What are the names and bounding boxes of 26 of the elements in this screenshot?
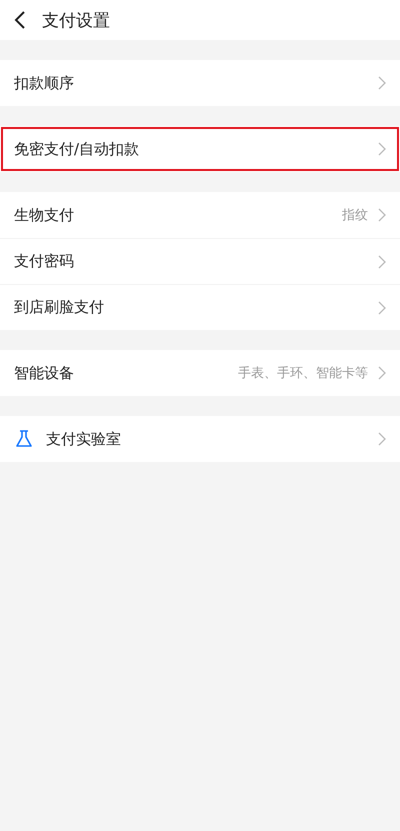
row-label: 智能设备: [14, 364, 75, 382]
flask-icon: [14, 429, 34, 449]
row-value: 手表、手环、智能卡等: [238, 365, 368, 382]
settings-row[interactable]: 生物支付 指纹: [0, 192, 400, 238]
chevron-icon: [378, 208, 386, 222]
chevron-icon: [378, 76, 386, 90]
row-label: 支付实验室: [46, 430, 122, 448]
back-icon[interactable]: [14, 10, 26, 30]
settings-row[interactable]: 支付密码: [0, 238, 400, 284]
settings-row[interactable]: 扣款顺序: [0, 60, 400, 106]
settings-row[interactable]: 智能设备 手表、手环、智能卡等: [0, 350, 400, 396]
settings-row[interactable]: 到店刷脸支付: [0, 284, 400, 330]
row-label: 到店刷脸支付: [14, 298, 105, 317]
row-label: 免密支付/自动扣款: [14, 140, 140, 158]
row-label: 扣款顺序: [14, 74, 75, 92]
page-title: 支付设置: [42, 10, 110, 32]
chevron-icon: [378, 142, 386, 156]
row-label: 支付密码: [14, 252, 75, 271]
chevron-icon: [378, 432, 386, 446]
row-value: 指纹: [342, 207, 368, 224]
chevron-icon: [378, 366, 386, 380]
chevron-icon: [378, 254, 386, 268]
chevron-icon: [378, 300, 386, 314]
row-label: 生物支付: [14, 206, 75, 224]
settings-row[interactable]: 支付实验室: [0, 416, 400, 462]
settings-row[interactable]: 免密支付/自动扣款: [0, 126, 400, 172]
